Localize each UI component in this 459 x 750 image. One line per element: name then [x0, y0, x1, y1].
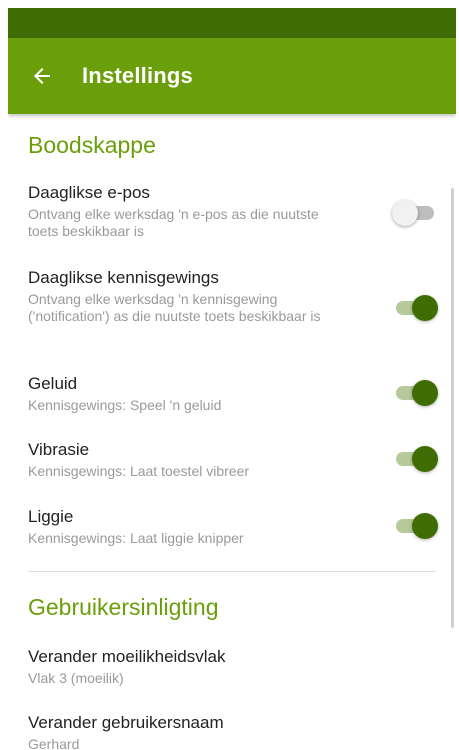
- status-bar: [8, 8, 456, 38]
- section-title-boodskappe: Boodskappe: [28, 132, 156, 158]
- pref-summary: Vlak 3 (moeilik): [28, 670, 124, 686]
- switch-thumb: [392, 200, 418, 226]
- vibration-toggle[interactable]: [392, 445, 438, 473]
- pref-summary: Ontvang elke werksdag 'n kennisgewing ('…: [28, 291, 321, 324]
- pref-summary: Kennisgewings: Laat liggie knipper: [28, 530, 244, 546]
- arrow-back-icon[interactable]: [30, 64, 54, 88]
- daily-email-toggle[interactable]: [392, 199, 438, 227]
- pref-username[interactable]: Verander gebruikersnaam Gerhard: [28, 712, 456, 750]
- section-divider: [28, 571, 436, 572]
- pref-summary: Gerhard: [28, 736, 80, 750]
- scrollbar[interactable]: [451, 188, 454, 628]
- switch-thumb: [412, 380, 438, 406]
- pref-title: Daaglikse kennisgewings: [28, 268, 219, 287]
- switch-thumb: [412, 446, 438, 472]
- pref-difficulty[interactable]: Verander moeilikheidsvlak Vlak 3 (moeili…: [28, 646, 456, 687]
- light-toggle[interactable]: [392, 512, 438, 540]
- sound-toggle[interactable]: [392, 379, 438, 407]
- pref-summary: Ontvang elke werksdag 'n e-pos as die nu…: [28, 206, 319, 239]
- settings-screen: Instellings Boodskappe Daaglikse e-pos O…: [8, 8, 456, 750]
- pref-title: Verander moeilikheidsvlak: [28, 647, 226, 666]
- pref-summary: Kennisgewings: Laat toestel vibreer: [28, 463, 250, 479]
- daily-notifications-toggle[interactable]: [392, 294, 438, 322]
- section-title-gebruikersinligting: Gebruikersinligting: [28, 594, 219, 620]
- settings-list: Boodskappe Daaglikse e-pos Ontvang elke …: [8, 114, 456, 750]
- app-bar: Instellings: [8, 38, 456, 114]
- pref-summary: Kennisgewings: Speel 'n geluid: [28, 397, 222, 413]
- page-title: Instellings: [82, 63, 193, 88]
- switch-thumb: [412, 295, 438, 321]
- switch-thumb: [412, 513, 438, 539]
- pref-title: Verander gebruikersnaam: [28, 713, 224, 732]
